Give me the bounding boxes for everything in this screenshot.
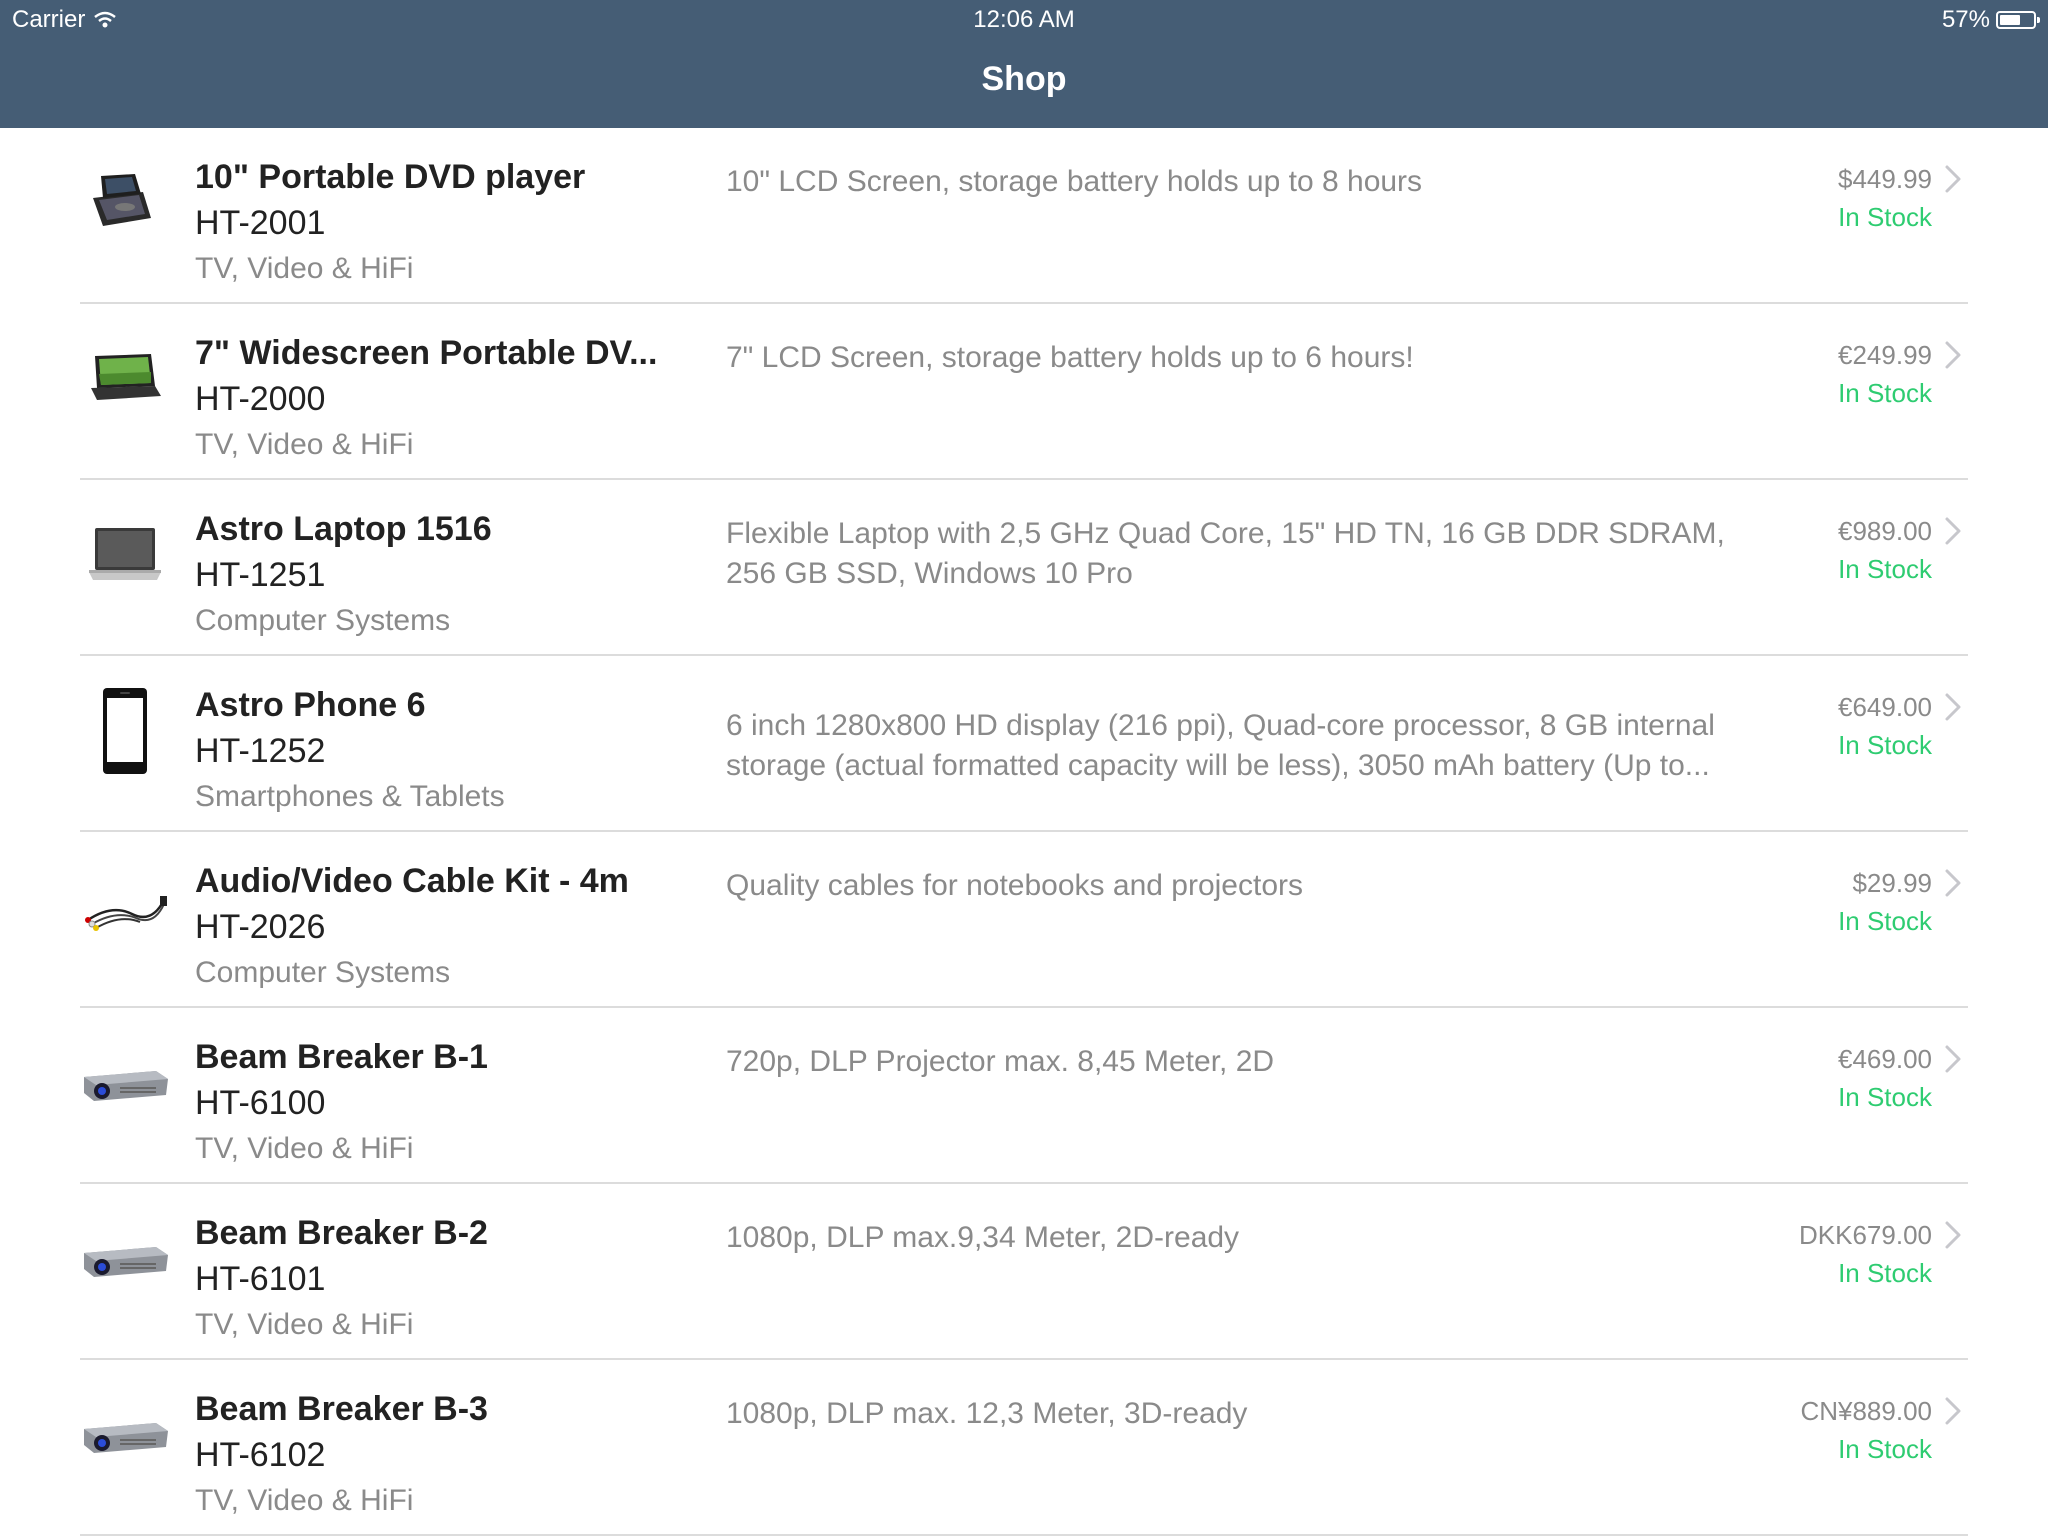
status-time: 12:06 AM xyxy=(973,6,1075,33)
projector-icon xyxy=(80,1224,170,1294)
stock-status: In Stock xyxy=(1838,554,1932,584)
product-name: 10" Portable DVD player xyxy=(195,158,586,196)
battery-percentage: 57% xyxy=(1941,6,1990,33)
product-sku: HT-6101 xyxy=(195,1260,326,1298)
product-description: 1080p, DLP max. 12,3 Meter, 3D-ready xyxy=(726,1397,1248,1430)
product-category: TV, Video & HiFi xyxy=(195,428,414,461)
product-row[interactable]: 7" Widescreen Portable DV... HT-2000 TV,… xyxy=(0,304,2048,480)
product-sku: HT-6100 xyxy=(195,1084,326,1122)
product-row[interactable]: Beam Breaker B-3 HT-6102 TV, Video & HiF… xyxy=(0,1360,2048,1536)
page-title: Shop xyxy=(981,60,1067,98)
product-description: 7" LCD Screen, storage battery holds up … xyxy=(726,341,1414,374)
stock-status: In Stock xyxy=(1838,1082,1932,1112)
product-category: Computer Systems xyxy=(195,604,451,637)
product-price: DKK679.00 xyxy=(1799,1220,1932,1250)
product-description: 10" LCD Screen, storage battery holds up… xyxy=(726,165,1423,198)
product-name: Audio/Video Cable Kit - 4m xyxy=(195,862,629,900)
chevron-right-icon xyxy=(1945,165,1961,193)
smartphone-icon xyxy=(80,686,170,776)
product-sku: HT-6102 xyxy=(195,1436,326,1474)
product-sku: HT-1252 xyxy=(195,732,326,770)
widescreen-dvd-player-icon xyxy=(80,344,170,414)
stock-status: In Stock xyxy=(1838,202,1932,232)
product-price: $29.99 xyxy=(1852,868,1932,898)
product-category: TV, Video & HiFi xyxy=(195,1484,414,1517)
stock-status: In Stock xyxy=(1838,906,1932,936)
chevron-right-icon xyxy=(1945,1397,1961,1425)
chevron-right-icon xyxy=(1945,1221,1961,1249)
product-name: Beam Breaker B-2 xyxy=(195,1214,488,1252)
projector-icon xyxy=(80,1400,170,1470)
product-price: CN¥889.00 xyxy=(1800,1396,1932,1426)
product-description: 720p, DLP Projector max. 8,45 Meter, 2D xyxy=(726,1045,1275,1078)
product-price: €469.00 xyxy=(1838,1044,1932,1074)
stock-status: In Stock xyxy=(1838,1434,1932,1464)
projector-icon xyxy=(80,1048,170,1118)
product-category: Smartphones & Tablets xyxy=(195,780,505,813)
navigation-bar: Carrier 12:06 AM 57% Shop xyxy=(0,0,2048,128)
product-description: 1080p, DLP max.9,34 Meter, 2D-ready xyxy=(726,1221,1240,1254)
product-description: Flexible Laptop with 2,5 GHz Quad Core, … xyxy=(726,517,1725,590)
product-description: Quality cables for notebooks and project… xyxy=(726,869,1303,902)
product-category: TV, Video & HiFi xyxy=(195,1308,414,1341)
chevron-right-icon xyxy=(1945,693,1961,721)
product-sku: HT-2001 xyxy=(195,204,326,242)
product-row[interactable]: Beam Breaker B-2 HT-6101 TV, Video & HiF… xyxy=(0,1184,2048,1360)
product-row[interactable]: 10" Portable DVD player HT-2001 TV, Vide… xyxy=(0,128,2048,304)
product-name: Astro Phone 6 xyxy=(195,686,426,724)
chevron-right-icon xyxy=(1945,341,1961,369)
product-sku: HT-1251 xyxy=(195,556,326,594)
stock-status: In Stock xyxy=(1838,1258,1932,1288)
product-sku: HT-2026 xyxy=(195,908,326,946)
product-price: $449.99 xyxy=(1838,164,1932,194)
status-battery: 57% xyxy=(1941,6,2040,34)
product-name: Beam Breaker B-3 xyxy=(195,1390,488,1428)
cable-kit-icon xyxy=(80,872,170,942)
laptop-icon xyxy=(80,520,170,590)
product-name: 7" Widescreen Portable DV... xyxy=(195,334,658,372)
product-price: €989.00 xyxy=(1838,516,1932,546)
product-row[interactable]: Beam Breaker B-1 HT-6100 TV, Video & HiF… xyxy=(0,1008,2048,1184)
product-name: Beam Breaker B-1 xyxy=(195,1038,488,1076)
chevron-right-icon xyxy=(1945,1045,1961,1073)
product-description: 6 inch 1280x800 HD display (216 ppi), Qu… xyxy=(726,709,1715,782)
product-price: €249.99 xyxy=(1838,340,1932,370)
product-category: TV, Video & HiFi xyxy=(195,252,414,285)
product-price: €649.00 xyxy=(1838,692,1932,722)
portable-dvd-player-icon xyxy=(80,168,170,238)
product-category: Computer Systems xyxy=(195,956,451,989)
stock-status: In Stock xyxy=(1838,730,1932,760)
product-list[interactable]: 10" Portable DVD player HT-2001 TV, Vide… xyxy=(0,128,2048,1536)
product-category: TV, Video & HiFi xyxy=(195,1132,414,1165)
product-row[interactable]: Audio/Video Cable Kit - 4m HT-2026 Compu… xyxy=(0,832,2048,1008)
chevron-right-icon xyxy=(1945,869,1961,897)
chevron-right-icon xyxy=(1945,517,1961,545)
stock-status: In Stock xyxy=(1838,378,1932,408)
product-row[interactable]: Astro Laptop 1516 HT-1251 Computer Syste… xyxy=(0,480,2048,656)
product-sku: HT-2000 xyxy=(195,380,326,418)
product-name: Astro Laptop 1516 xyxy=(195,510,492,548)
product-row[interactable]: Astro Phone 6 HT-1252 Smartphones & Tabl… xyxy=(0,656,2048,832)
battery-icon xyxy=(1996,11,2040,29)
